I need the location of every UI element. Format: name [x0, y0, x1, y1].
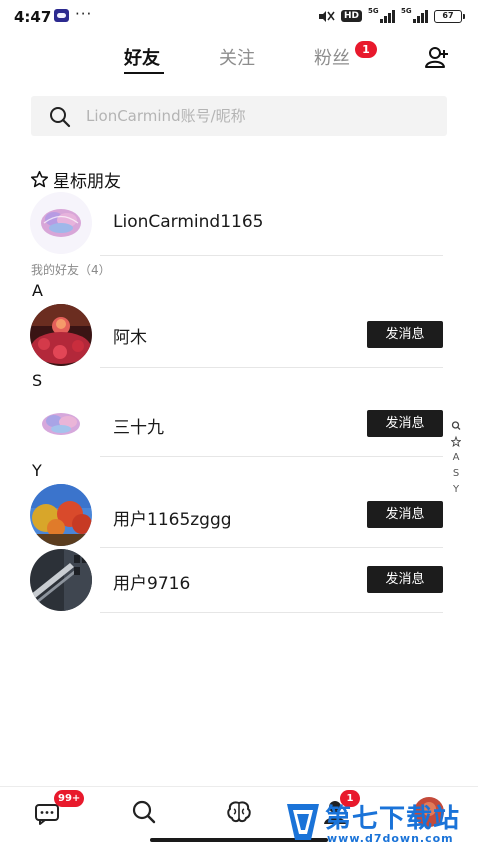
- send-message-button[interactable]: 发消息: [367, 566, 443, 593]
- friend-tabs: 好友 关注 粉丝: [0, 40, 478, 74]
- index-letter-s[interactable]: S: [453, 466, 459, 482]
- alphabet-index[interactable]: A S Y: [449, 418, 463, 498]
- brain-avatar: [30, 393, 92, 455]
- signal-icon-sim1: 5G: [368, 7, 395, 23]
- friend-name: 用户1165zggg: [113, 510, 232, 530]
- row-divider: [100, 456, 443, 457]
- fans-badge: 1: [355, 41, 377, 58]
- tab-following[interactable]: 关注: [219, 44, 255, 70]
- row-divider: [100, 612, 443, 613]
- flower-avatar: [30, 304, 92, 366]
- watermark: 第七下载站 www.d7down.com: [283, 796, 478, 850]
- friends-group-label: 我的好友（4）: [31, 263, 111, 277]
- friend-name: 三十九: [113, 418, 164, 438]
- tab-fans[interactable]: 粉丝: [314, 44, 350, 70]
- send-message-button[interactable]: 发消息: [367, 321, 443, 348]
- building-avatar: [30, 549, 92, 611]
- friend-row[interactable]: 用户1165zggg 发消息: [0, 484, 478, 548]
- search-bar[interactable]: [31, 96, 447, 136]
- tab-friends[interactable]: 好友: [124, 44, 160, 70]
- star-icon[interactable]: [451, 434, 461, 450]
- status-bar: 4:47 ··· HD 5G 5G 67: [0, 0, 478, 34]
- search-icon[interactable]: [129, 797, 159, 827]
- signal-icon-sim2: 5G: [401, 7, 428, 23]
- friend-name: 阿木: [113, 328, 147, 348]
- friend-row[interactable]: 三十九 发消息: [0, 393, 478, 457]
- star-icon: [30, 170, 49, 188]
- section-letter-y: Y: [32, 461, 42, 480]
- status-time: 4:47: [14, 8, 52, 26]
- starred-title: 星标朋友: [53, 172, 121, 192]
- section-letter-s: S: [32, 371, 43, 390]
- add-friend-icon[interactable]: [424, 44, 450, 70]
- friend-row[interactable]: 阿木 发消息: [0, 304, 478, 368]
- send-message-button[interactable]: 发消息: [367, 410, 443, 437]
- row-divider: [100, 547, 443, 548]
- hd-voice-icon: HD: [340, 10, 362, 22]
- more-notifications-icon: ···: [75, 5, 93, 23]
- status-icons: HD 5G 5G 67: [317, 7, 465, 23]
- index-letter-y[interactable]: Y: [453, 482, 459, 498]
- friend-row[interactable]: 用户9716 发消息: [0, 549, 478, 613]
- starred-header: 星标朋友: [30, 167, 121, 192]
- send-message-button[interactable]: 发消息: [367, 501, 443, 528]
- starred-friend-row[interactable]: LionCarmind1165: [0, 192, 478, 256]
- watermark-title: 第七下载站: [325, 804, 461, 834]
- autumn-tree-avatar: [30, 484, 92, 546]
- search-input[interactable]: [86, 105, 426, 127]
- watermark-logo-icon: [287, 804, 319, 840]
- battery-icon: 67: [434, 9, 465, 23]
- brain-avatar: [30, 192, 92, 254]
- app-notification-icon: [54, 9, 69, 22]
- row-divider: [100, 255, 443, 256]
- active-tab-indicator: [124, 72, 164, 74]
- section-letter-a: A: [32, 281, 43, 300]
- index-letter-a[interactable]: A: [453, 450, 460, 466]
- row-divider: [100, 367, 443, 368]
- friend-name: 用户9716: [113, 574, 191, 594]
- friend-name: LionCarmind1165: [113, 212, 264, 232]
- brain-icon[interactable]: [224, 797, 254, 827]
- search-icon: [50, 107, 71, 128]
- watermark-url: www.d7down.com: [327, 832, 454, 845]
- mute-icon: [317, 9, 335, 23]
- messages-badge: 99+: [54, 790, 85, 807]
- search-icon[interactable]: [451, 418, 461, 434]
